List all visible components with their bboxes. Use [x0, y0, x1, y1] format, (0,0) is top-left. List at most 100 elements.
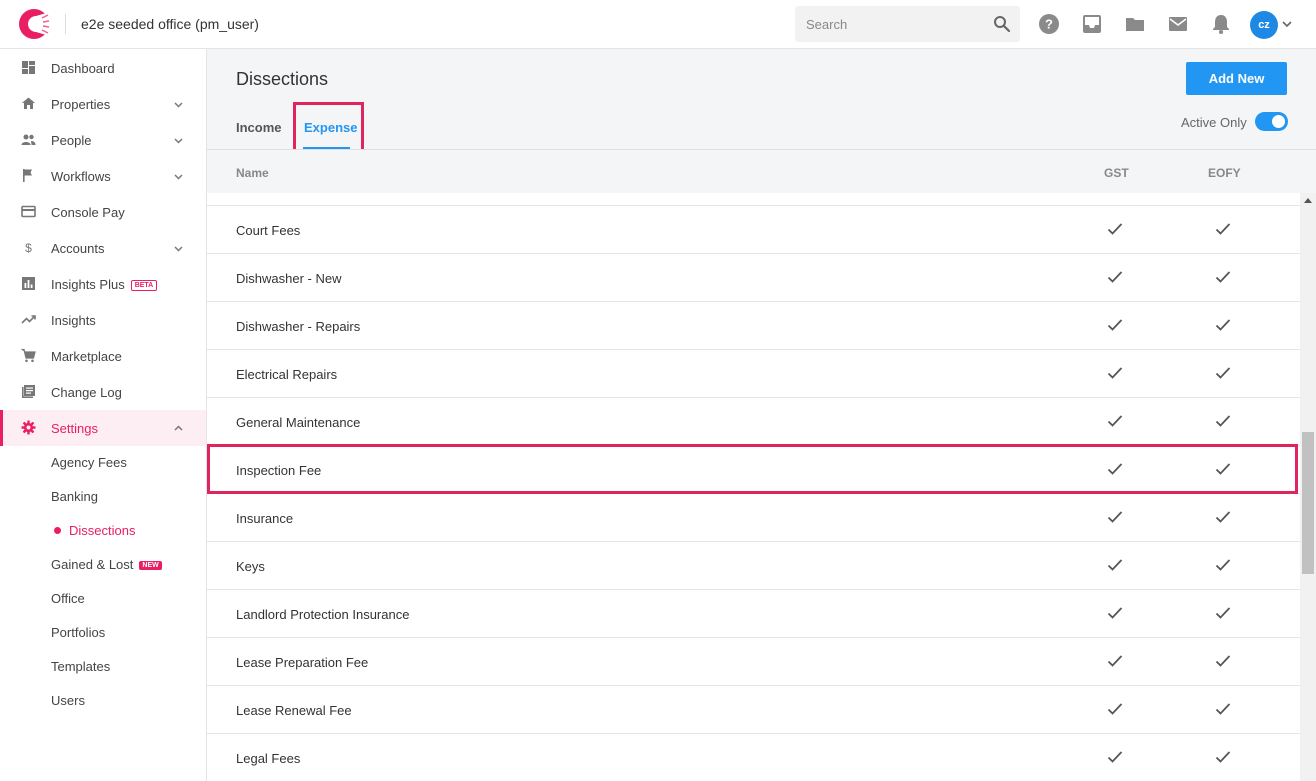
row-name: Lease Renewal Fee	[236, 703, 352, 718]
eofy-check-icon	[1215, 654, 1231, 668]
sidebar-item-settings[interactable]: Settings	[0, 410, 206, 446]
sidebar-item-label: Workflows	[51, 169, 111, 184]
chevron-down-icon[interactable]	[173, 135, 184, 146]
row-name: Dishwasher - New	[236, 271, 342, 286]
chevron-down-icon[interactable]	[173, 243, 184, 254]
sidebar-item-change-log[interactable]: Change Log	[0, 374, 206, 410]
gst-check-icon	[1107, 270, 1123, 284]
sidebar-item-label: Insights Plus BETA	[51, 277, 158, 292]
settings-sub-dissections[interactable]: Dissections	[69, 523, 135, 543]
row-name: Insurance	[236, 511, 294, 526]
tab-income[interactable]: Income	[236, 120, 282, 135]
user-avatar[interactable]: cz	[1250, 11, 1278, 39]
scroll-up-arrow-icon[interactable]	[1304, 198, 1312, 203]
table-row[interactable]: Keys	[207, 542, 1301, 590]
settings-sub-users[interactable]: Users	[51, 693, 85, 713]
settings-sub-templates[interactable]: Templates	[51, 659, 110, 679]
help-icon[interactable]: ?	[1038, 13, 1060, 35]
table-row[interactable]: Dishwasher - New	[207, 254, 1301, 302]
table-row[interactable]: Landlord Protection Insurance	[207, 590, 1301, 638]
main-content: Dissections Add New Income Expense Activ…	[207, 49, 1316, 781]
table-row[interactable]: Lease Renewal Fee	[207, 686, 1301, 734]
scrollbar-thumb[interactable]	[1302, 432, 1314, 574]
table-header: Name GST EOFY	[207, 149, 1316, 193]
notifications-bell-icon[interactable]	[1210, 13, 1232, 35]
chevron-up-icon[interactable]	[173, 423, 184, 434]
table-row[interactable]: Insurance	[207, 494, 1301, 542]
sidebar-item-accounts[interactable]: $ Accounts	[0, 230, 206, 266]
row-name: Lease Preparation Fee	[236, 655, 369, 670]
topbar-divider	[65, 14, 66, 34]
page-title: Dissections	[236, 69, 329, 89]
sidebar-item-console-pay[interactable]: Console Pay	[0, 194, 206, 230]
table-row[interactable]: Electrical Repairs	[207, 350, 1301, 398]
trending-up-icon	[21, 315, 36, 324]
office-title[interactable]: e2e seeded office (pm_user)	[81, 16, 259, 32]
toggle-knob	[1272, 115, 1285, 128]
row-name: Court Fees	[236, 223, 301, 238]
eofy-check-icon	[1215, 222, 1231, 236]
mail-icon[interactable]	[1167, 13, 1189, 35]
beta-badge: BETA	[130, 280, 158, 291]
sidebar-item-insights-plus[interactable]: Insights Plus BETA	[0, 266, 206, 302]
column-header-name[interactable]: Name	[236, 166, 269, 180]
eofy-check-icon	[1215, 270, 1231, 284]
gst-check-icon	[1107, 222, 1123, 236]
eofy-check-icon	[1215, 366, 1231, 380]
eofy-check-icon	[1215, 414, 1231, 428]
table-row[interactable]: Lease Preparation Fee	[207, 638, 1301, 686]
column-header-gst[interactable]: GST	[1104, 166, 1129, 180]
gst-check-icon	[1107, 750, 1123, 764]
eofy-check-icon	[1215, 750, 1231, 764]
active-only-toggle[interactable]	[1255, 112, 1288, 131]
bar-chart-icon	[22, 277, 35, 290]
table-row[interactable]: General Maintenance	[207, 398, 1301, 446]
search-icon[interactable]	[993, 15, 1011, 33]
eofy-check-icon	[1215, 510, 1231, 524]
sidebar-item-label: Dashboard	[51, 61, 115, 76]
gst-check-icon	[1107, 318, 1123, 332]
row-name: Dishwasher - Repairs	[236, 319, 361, 334]
dashboard-icon	[22, 61, 35, 74]
console-logo-icon[interactable]	[17, 7, 51, 41]
search-box[interactable]	[795, 6, 1020, 42]
people-icon	[21, 134, 36, 145]
inbox-icon[interactable]	[1081, 13, 1103, 35]
settings-sub-agency-fees[interactable]: Agency Fees	[51, 455, 127, 475]
chevron-down-icon[interactable]	[173, 171, 184, 182]
log-icon	[22, 385, 35, 398]
sidebar-item-label: Marketplace	[51, 349, 122, 364]
sidebar-item-label: Console Pay	[51, 205, 125, 220]
sidebar-item-properties[interactable]: Properties	[0, 86, 206, 122]
sidebar-item-people[interactable]: People	[0, 122, 206, 158]
sidebar-item-insights[interactable]: Insights	[0, 302, 206, 338]
settings-sub-portfolios[interactable]: Portfolios	[51, 625, 105, 645]
eofy-check-icon	[1215, 558, 1231, 572]
sidebar-item-workflows[interactable]: Workflows	[0, 158, 206, 194]
sidebar-item-label: Insights	[51, 313, 96, 328]
gst-check-icon	[1107, 558, 1123, 572]
scrollbar[interactable]	[1300, 193, 1316, 781]
row-name: General Maintenance	[236, 415, 361, 430]
settings-sub-office[interactable]: Office	[51, 591, 85, 611]
column-header-eofy[interactable]: EOFY	[1208, 166, 1241, 180]
chevron-down-icon[interactable]	[173, 99, 184, 110]
settings-sub-gained-lost[interactable]: Gained & Lost NEW	[51, 557, 162, 577]
top-bar: e2e seeded office (pm_user) ? cz	[0, 0, 1316, 49]
table-row[interactable]: Legal Fees	[207, 734, 1301, 781]
row-name: Keys	[236, 559, 265, 574]
table-row[interactable]: Dishwasher - Repairs	[207, 302, 1301, 350]
add-new-button[interactable]: Add New	[1186, 62, 1287, 95]
search-input[interactable]	[795, 6, 980, 42]
sidebar-item-marketplace[interactable]: Marketplace	[0, 338, 206, 374]
sidebar: Dashboard Properties People Workflows Co…	[0, 49, 207, 781]
chevron-down-icon[interactable]	[1281, 18, 1293, 30]
sidebar-item-dashboard[interactable]: Dashboard	[0, 50, 206, 86]
eofy-check-icon	[1215, 606, 1231, 620]
folder-icon[interactable]	[1124, 13, 1146, 35]
eofy-check-icon	[1215, 318, 1231, 332]
table-row[interactable]: Court Fees	[207, 206, 1301, 254]
sidebar-item-label: Properties	[51, 97, 111, 112]
svg-text:$: $	[25, 241, 32, 255]
settings-sub-banking[interactable]: Banking	[51, 489, 98, 509]
